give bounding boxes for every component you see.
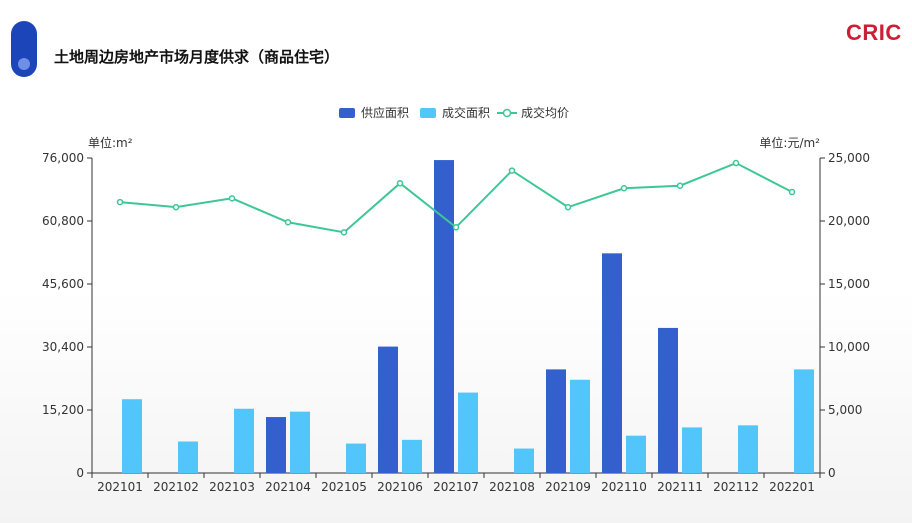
supply-demand-chart: 供应面积 成交面积 成交均价 单位:m² 单位:元/m² 0 15,200 30,400…: [42, 105, 870, 494]
x-tick-label: 202108: [489, 480, 535, 494]
price-point: [228, 195, 236, 202]
price-point: [340, 229, 348, 236]
deal-bar: [738, 425, 758, 473]
x-tick-label: 202109: [545, 480, 591, 494]
x-tick-label: 202104: [265, 480, 311, 494]
y-left-tick-label: 45,600: [42, 277, 84, 291]
deal-bar: [570, 379, 590, 473]
x-tick-label: 202103: [209, 480, 255, 494]
y-right-tick-label: 5,000: [828, 403, 862, 417]
deal-bar: [290, 411, 310, 473]
price-point: [396, 179, 404, 187]
price-point: [620, 184, 628, 192]
supply-bar: [378, 346, 398, 473]
deal-bar: [626, 435, 646, 473]
y-right-tick-label: 15,000: [828, 277, 870, 291]
x-tick-label: 202112: [713, 480, 759, 494]
deal-bar: [794, 369, 814, 473]
y-right-tick-label: 10,000: [828, 340, 870, 354]
deal-bar: [514, 448, 534, 473]
chart-legend: 供应面积 成交面积 成交均价: [339, 105, 569, 120]
x-tick-label: 202107: [433, 480, 479, 494]
x-tick-label: 202111: [657, 480, 703, 494]
price-point: [172, 203, 180, 211]
chart-price-line: [116, 159, 796, 236]
legend-label: 供应面积: [361, 105, 409, 120]
y-right-tick-label: 25,000: [828, 151, 870, 165]
price-point: [788, 188, 796, 196]
y-left-tick-label: 0: [76, 466, 84, 480]
legend-label: 成交面积: [442, 105, 490, 120]
price-point: [116, 198, 124, 206]
legend-price-marker: [502, 108, 512, 118]
price-line: [119, 161, 793, 234]
deal-bar: [458, 392, 478, 473]
legend-supply-swatch: [339, 108, 355, 118]
x-tick-label: 202105: [321, 480, 367, 494]
supply-bar: [546, 369, 566, 473]
y-right-unit-label: 单位:元/m²: [759, 135, 820, 150]
x-tick-label: 202201: [769, 480, 815, 494]
y-right-tick-label: 0: [828, 466, 836, 480]
deal-bar: [122, 399, 142, 473]
supply-bar: [434, 160, 454, 473]
price-point: [452, 224, 460, 231]
y-left-unit-label: 单位:m²: [88, 135, 133, 150]
deal-bar: [346, 443, 366, 473]
deal-bar: [234, 408, 254, 473]
x-tick-label: 202101: [97, 480, 143, 494]
y-left-tick-label: 76,000: [42, 151, 84, 165]
price-point: [284, 219, 292, 226]
x-tick-label: 202106: [377, 480, 423, 494]
price-point: [564, 203, 572, 211]
x-tick-label: 202102: [153, 480, 199, 494]
supply-bar: [266, 417, 286, 473]
x-tick-label: 202110: [601, 480, 647, 494]
legend-deal-swatch: [420, 108, 436, 118]
chart-bars: [122, 160, 814, 473]
supply-bar: [658, 327, 678, 473]
deal-bar: [682, 427, 702, 473]
y-left-tick-label: 15,200: [42, 403, 84, 417]
deal-bar: [178, 441, 198, 473]
supply-bar: [602, 253, 622, 473]
y-right-tick-label: 20,000: [828, 214, 870, 228]
price-point: [676, 182, 684, 189]
deal-bar: [402, 439, 422, 473]
y-left-tick-label: 30,400: [42, 340, 84, 354]
price-point: [732, 159, 740, 167]
y-left-tick-label: 60,800: [42, 214, 84, 228]
price-point: [508, 167, 516, 174]
legend-label: 成交均价: [521, 105, 569, 120]
